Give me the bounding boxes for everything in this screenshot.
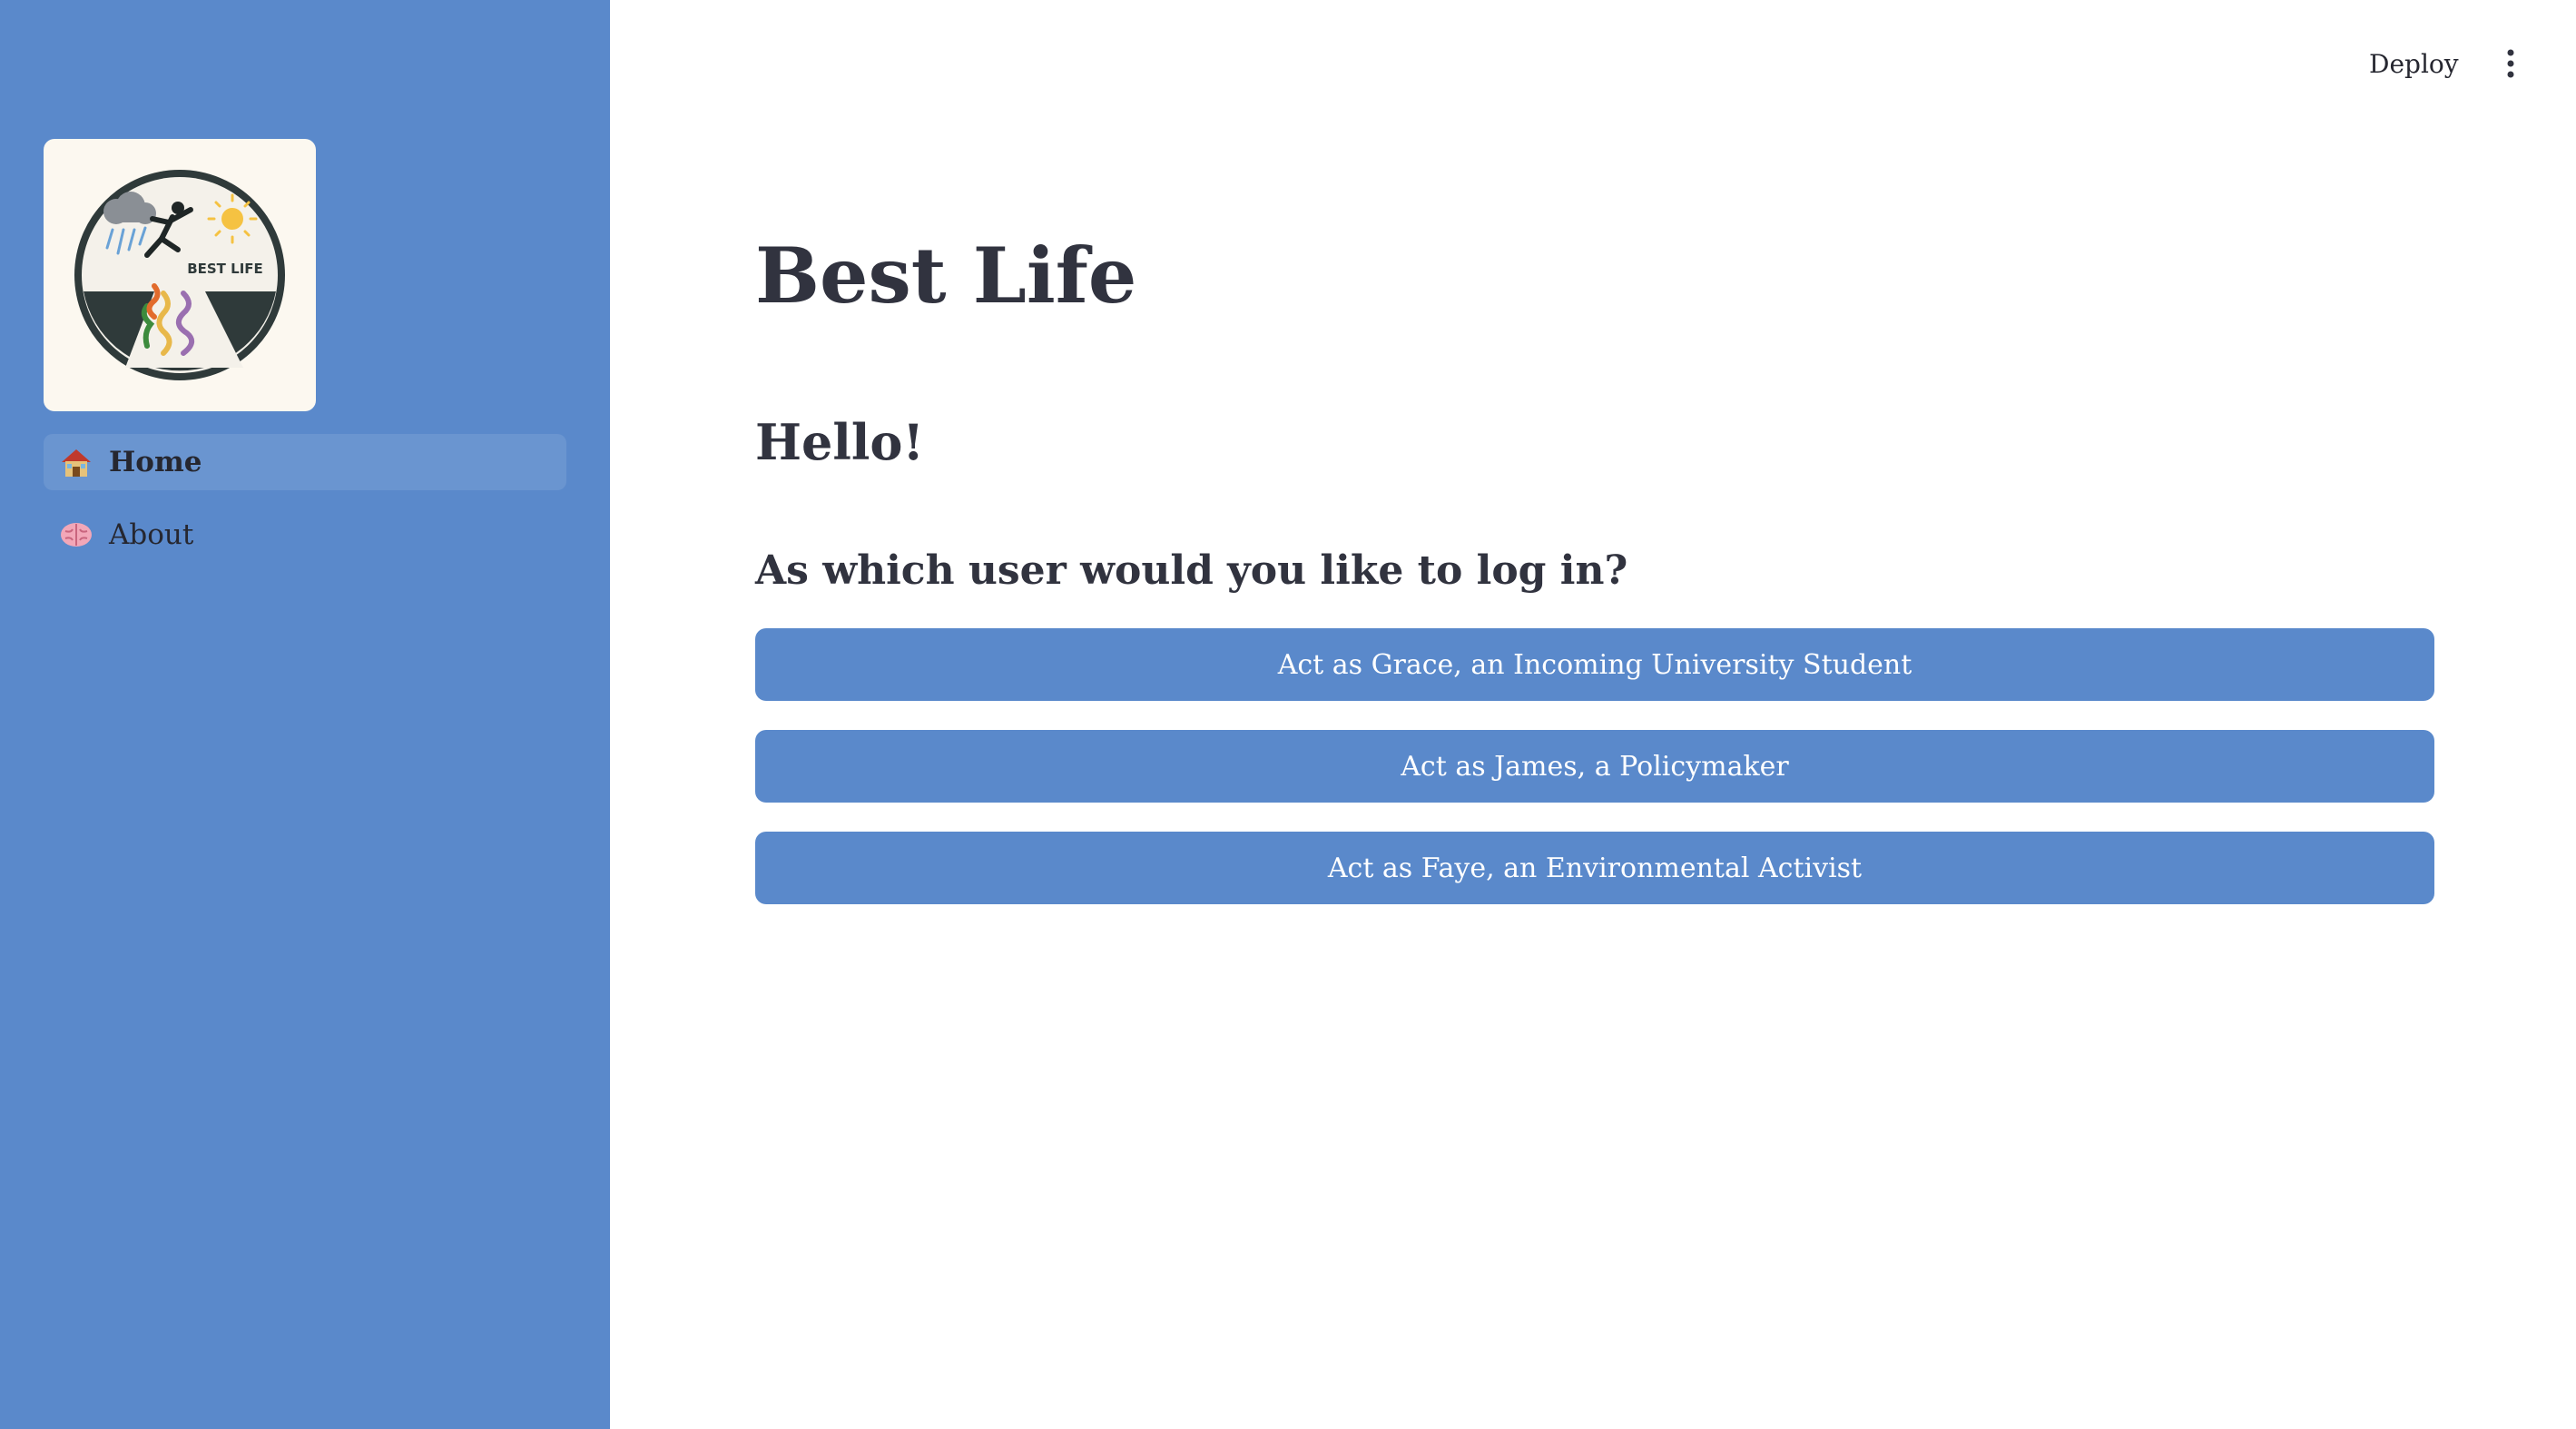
login-question: As which user would you like to log in? <box>755 547 1628 594</box>
deploy-button[interactable]: Deploy <box>2360 42 2468 85</box>
sidebar-item-home[interactable]: Home <box>44 434 566 490</box>
act-as-faye-button[interactable]: Act as Faye, an Environmental Activist <box>755 832 2434 904</box>
page-title: Best Life <box>755 231 1137 320</box>
house-icon <box>56 442 96 482</box>
logo: BEST LIFE <box>44 139 316 411</box>
vertical-ellipsis-icon <box>2507 49 2514 78</box>
sidebar-nav: Home About <box>44 434 566 579</box>
sidebar-item-label: Home <box>109 446 202 478</box>
best-life-logo-icon: BEST LIFE <box>74 170 285 380</box>
brain-icon <box>56 515 96 555</box>
act-as-grace-button[interactable]: Act as Grace, an Incoming University Stu… <box>755 628 2434 701</box>
sidebar-item-label: About <box>109 518 194 551</box>
sidebar: BEST LIFE Home About <box>0 0 610 1429</box>
svg-text:BEST LIFE: BEST LIFE <box>187 261 263 277</box>
main-menu-button[interactable] <box>2489 42 2532 85</box>
sidebar-item-about[interactable]: About <box>44 507 566 563</box>
greeting-heading: Hello! <box>755 413 925 471</box>
act-as-james-button[interactable]: Act as James, a Policymaker <box>755 730 2434 803</box>
app-root: BEST LIFE Home About Deploy Best Life He… <box>0 0 2576 1429</box>
